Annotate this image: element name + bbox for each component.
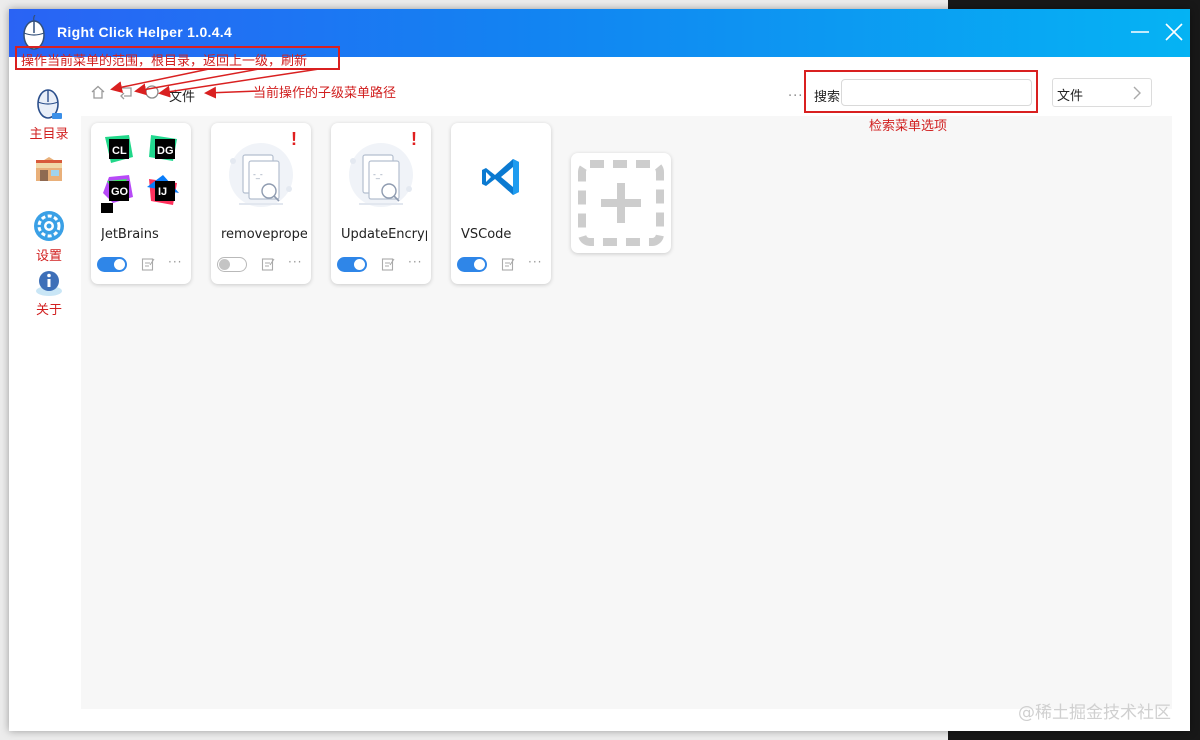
sidebar-item-label: 关于 [35, 303, 62, 318]
sidebar: 主目录 设置 关于 [9, 57, 83, 731]
chevron-right-icon [1133, 86, 1141, 100]
card-more-button[interactable]: ··· [288, 255, 302, 269]
menu-card-removeprope[interactable]: -_- ! removeprope ··· [211, 123, 311, 284]
card-name: UpdateEncryp [341, 227, 427, 242]
close-icon[interactable] [1163, 21, 1185, 43]
svg-text:-_-: -_- [373, 170, 383, 179]
sidebar-item-about[interactable]: 关于 [19, 269, 79, 318]
gear-icon [34, 211, 64, 241]
svg-text:-_-: -_- [253, 170, 263, 179]
jetbrains-icon: CL DG GO IJ [101, 135, 179, 213]
sidebar-item-store[interactable] [19, 151, 79, 189]
search-annotation: 检索菜单选项 [869, 119, 948, 134]
info-icon [36, 271, 62, 296]
card-name: VSCode [461, 227, 512, 242]
card-name: removeprope [221, 227, 307, 242]
add-icon [578, 160, 664, 246]
edit-icon[interactable] [261, 257, 275, 271]
sidebar-item-label: 主目录 [29, 127, 69, 142]
card-name: JetBrains [101, 227, 159, 242]
enable-toggle[interactable] [337, 257, 367, 272]
enable-toggle[interactable] [217, 257, 247, 272]
window-title: Right Click Helper 1.0.4.4 [57, 24, 233, 40]
more-options-button[interactable]: ··· [788, 89, 803, 104]
sidebar-item-home[interactable]: 主目录 [19, 85, 79, 142]
path-annotation: 当前操作的子级菜单路径 [253, 86, 397, 101]
vscode-icon [482, 159, 519, 195]
svg-text:CL: CL [112, 145, 127, 157]
warning-icon: ! [411, 129, 417, 149]
card-more-button[interactable]: ··· [168, 255, 182, 269]
edit-icon[interactable] [381, 257, 395, 271]
menu-card-vscode[interactable]: VSCode ··· [451, 123, 551, 284]
sidebar-item-label: 设置 [35, 249, 62, 264]
enable-toggle[interactable] [457, 257, 487, 272]
enable-toggle[interactable] [97, 257, 127, 272]
app-window: Right Click Helper 1.0.4.4 主目录 设置 关于 文件 … [9, 9, 1190, 731]
file-menu-button-label: 文件 [1057, 89, 1084, 104]
svg-text:DG: DG [157, 145, 174, 157]
edit-icon[interactable] [501, 257, 515, 271]
svg-text:IJ: IJ [158, 186, 167, 198]
menu-card-updateencryp[interactable]: -_- ! UpdateEncryp ··· [331, 123, 431, 284]
card-more-button[interactable]: ··· [408, 255, 422, 269]
add-menu-card[interactable] [571, 153, 671, 253]
warning-icon: ! [291, 129, 297, 149]
card-more-button[interactable]: ··· [528, 255, 542, 269]
minimize-icon[interactable] [1129, 21, 1151, 43]
menu-card-jetbrains[interactable]: CL DG GO IJ JetBrains ··· [91, 123, 191, 284]
store-icon [36, 157, 62, 181]
watermark: @稀土掘金技术社区 [1018, 703, 1171, 723]
edit-icon[interactable] [141, 257, 155, 271]
sidebar-item-settings[interactable]: 设置 [19, 209, 79, 264]
mouse-icon [37, 89, 62, 119]
search-annotation-box [804, 70, 1038, 113]
file-menu-button[interactable]: 文件 [1052, 78, 1152, 107]
svg-text:GO: GO [111, 186, 129, 198]
